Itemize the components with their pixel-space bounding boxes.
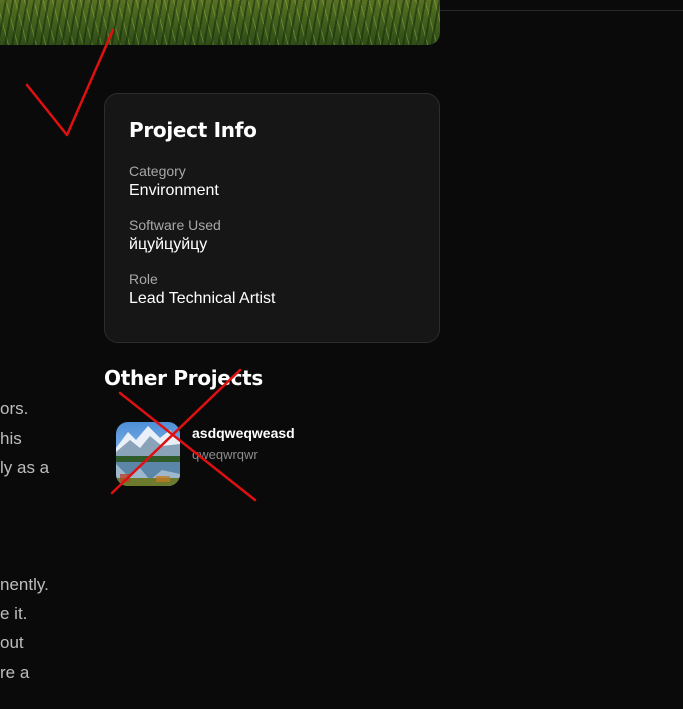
project-name[interactable]: asdqweqweasd [192,425,295,441]
info-label: Category [129,163,186,179]
info-value: Lead Technical Artist [129,290,276,307]
info-field-software: Software Used йцуйцуйцу [129,216,415,256]
page: ors. his ly as a nently. e it. out re a … [0,0,683,709]
article-text-line: his [0,429,22,448]
article-text-line: nently. [0,575,49,594]
article-text-line: out [0,633,24,652]
project-subtitle: qweqwrqwr [192,447,258,462]
info-value: Environment [129,182,219,199]
hero-grass-image [0,0,440,45]
info-value: йцуйцуйцу [129,236,208,253]
other-projects-title: Other Projects [104,366,263,390]
other-project-item[interactable]: asdqweqweasd qweqwrqwr [116,422,376,486]
red-checkmark [25,28,115,137]
article-text-line: re a [0,663,30,682]
project-info-title: Project Info [129,118,257,142]
article-text-line: ly as a [0,458,50,477]
info-label: Software Used [129,217,221,233]
article-text-line: e it. [0,604,28,623]
info-field-category: Category Environment [129,162,415,202]
project-info-card: Project Info Category Environment Softwa… [104,93,440,343]
article-text-line: ors. [0,399,29,418]
mountain-lake-image [116,422,180,486]
info-label: Role [129,271,158,287]
top-divider [440,10,683,11]
info-field-role: Role Lead Technical Artist [129,270,415,310]
